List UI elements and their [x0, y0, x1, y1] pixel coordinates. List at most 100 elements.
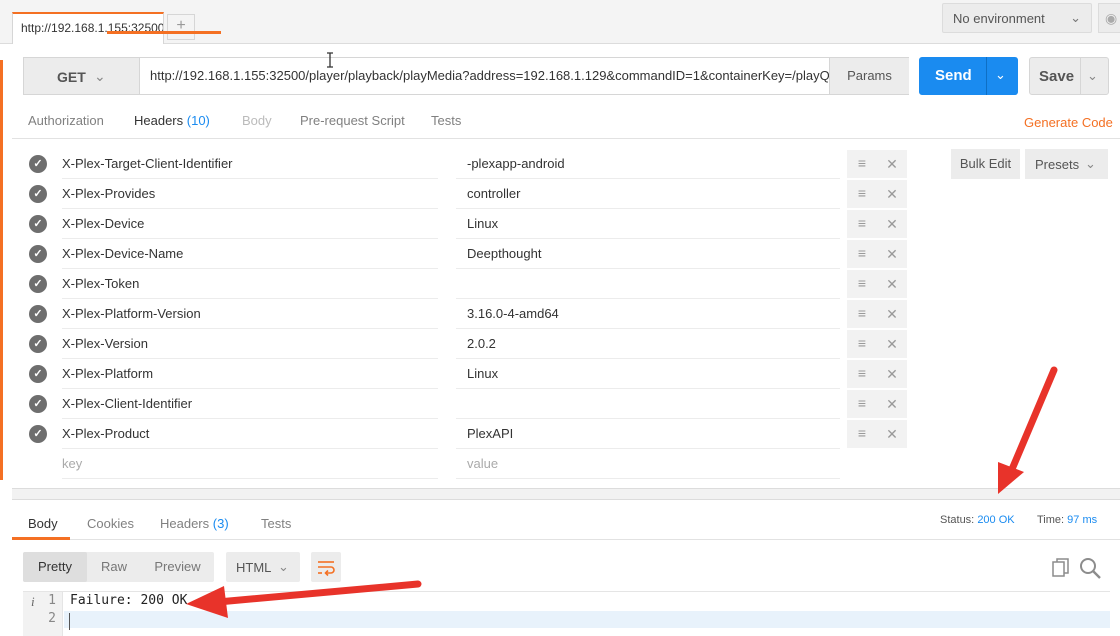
response-tab-tests[interactable]: Tests [261, 516, 291, 531]
close-icon[interactable]: ✕ [877, 360, 907, 388]
close-icon[interactable]: ✕ [877, 390, 907, 418]
drag-handle-icon[interactable]: ≡ [847, 390, 877, 418]
environment-select[interactable]: No environment ⌄ [942, 3, 1092, 33]
header-key[interactable]: X-Plex-Token [62, 269, 438, 299]
header-value[interactable]: controller [456, 179, 840, 209]
time-label: Time: [1037, 514, 1065, 526]
response-editor[interactable]: i 1 2 Failure: 200 OK [23, 591, 1110, 636]
save-button[interactable]: Save ⌄ [1029, 57, 1109, 95]
tab-prerequest-script[interactable]: Pre-request Script [300, 113, 405, 128]
view-preview[interactable]: Preview [141, 552, 214, 582]
new-tab-button[interactable]: + [167, 14, 195, 40]
close-icon[interactable]: ✕ [877, 420, 907, 448]
header-key[interactable]: X-Plex-Target-Client-Identifier [62, 149, 438, 179]
close-icon[interactable]: ✕ [877, 300, 907, 328]
send-button[interactable]: Send ⌄ [919, 57, 1018, 95]
close-icon[interactable]: ✕ [877, 240, 907, 268]
chevron-down-icon: ⌄ [94, 68, 106, 84]
view-mode-group: Pretty Raw Preview [23, 552, 214, 582]
info-marker: i [31, 594, 35, 609]
drag-handle-icon[interactable]: ≡ [847, 150, 877, 178]
left-accent-edge [0, 60, 3, 480]
drag-handle-icon[interactable]: ≡ [847, 240, 877, 268]
header-value[interactable] [456, 389, 840, 419]
drag-handle-icon[interactable]: ≡ [847, 360, 877, 388]
header-key-input[interactable]: key [62, 449, 438, 479]
header-key[interactable]: X-Plex-Platform [62, 359, 438, 389]
response-tab-headers[interactable]: Headers (3) [160, 516, 229, 531]
presets-button[interactable]: Presets ⌄ [1025, 149, 1108, 179]
tab-tests[interactable]: Tests [431, 113, 461, 128]
wrap-lines-button[interactable] [311, 552, 341, 582]
header-key[interactable]: X-Plex-Provides [62, 179, 438, 209]
response-tab-body[interactable]: Body [28, 516, 58, 531]
tab-authorization[interactable]: Authorization [28, 113, 104, 128]
language-select[interactable]: HTML ⌄ [226, 552, 300, 582]
response-tab-cookies[interactable]: Cookies [87, 516, 134, 531]
check-circle-icon[interactable]: ✓ [29, 245, 47, 263]
check-circle-icon[interactable]: ✓ [29, 215, 47, 233]
close-icon[interactable]: ✕ [877, 210, 907, 238]
tab-headers[interactable]: Headers (10) [134, 113, 210, 128]
view-raw[interactable]: Raw [87, 552, 141, 582]
eye-icon[interactable]: ◉ [1098, 3, 1120, 33]
header-key[interactable]: X-Plex-Product [62, 419, 438, 449]
copy-icon[interactable] [1050, 557, 1072, 579]
params-button[interactable]: Params [829, 58, 909, 94]
tab-body[interactable]: Body [242, 113, 272, 128]
generate-code-link[interactable]: Generate Code [1024, 115, 1113, 130]
header-row: ✓ X-Plex-Version 2.0.2 ≡ ✕ [22, 329, 912, 359]
chevron-down-icon: ⌄ [1070, 10, 1081, 25]
check-circle-icon[interactable]: ✓ [29, 155, 47, 173]
header-key[interactable]: X-Plex-Device-Name [62, 239, 438, 269]
drag-handle-icon[interactable]: ≡ [847, 180, 877, 208]
chevron-down-icon[interactable]: ⌄ [995, 67, 1006, 83]
method-select[interactable]: GET ⌄ [24, 58, 140, 94]
active-line-highlight [64, 611, 1110, 628]
header-value[interactable]: 3.16.0-4-amd64 [456, 299, 840, 329]
header-value[interactable]: Linux [456, 209, 840, 239]
close-icon[interactable]: ✕ [877, 180, 907, 208]
header-key[interactable]: X-Plex-Platform-Version [62, 299, 438, 329]
check-circle-icon[interactable]: ✓ [29, 425, 47, 443]
header-value[interactable]: Linux [456, 359, 840, 389]
drag-handle-icon[interactable]: ≡ [847, 420, 877, 448]
header-row: ✓ X-Plex-Device Linux ≡ ✕ [22, 209, 912, 239]
request-tab[interactable]: http://192.168.1.155:32500/ [12, 12, 164, 44]
header-key[interactable]: X-Plex-Device [62, 209, 438, 239]
pane-divider[interactable] [12, 488, 1120, 500]
header-value[interactable]: PlexAPI [456, 419, 840, 449]
header-value[interactable]: Deepthought [456, 239, 840, 269]
header-value[interactable] [456, 269, 840, 299]
check-circle-icon[interactable]: ✓ [29, 275, 47, 293]
header-value[interactable]: -plexapp-android [456, 149, 840, 179]
method-label: GET [57, 69, 86, 85]
drag-handle-icon[interactable]: ≡ [847, 300, 877, 328]
chevron-down-icon: ⌄ [278, 559, 289, 574]
drag-handle-icon[interactable]: ≡ [847, 330, 877, 358]
header-value-input[interactable]: value [456, 449, 840, 479]
chevron-down-icon[interactable]: ⌄ [1087, 68, 1098, 84]
header-key[interactable]: X-Plex-Client-Identifier [62, 389, 438, 419]
drag-handle-icon[interactable]: ≡ [847, 270, 877, 298]
check-circle-icon[interactable]: ✓ [29, 395, 47, 413]
check-circle-icon[interactable]: ✓ [29, 365, 47, 383]
editor-gutter: i 1 2 [23, 592, 63, 636]
bulk-edit-button[interactable]: Bulk Edit [951, 149, 1020, 179]
check-circle-icon[interactable]: ✓ [29, 335, 47, 353]
view-pretty[interactable]: Pretty [23, 552, 87, 582]
close-icon[interactable]: ✕ [877, 150, 907, 178]
line-number: 2 [48, 611, 56, 626]
check-circle-icon[interactable]: ✓ [29, 185, 47, 203]
check-circle-icon[interactable]: ✓ [29, 305, 47, 323]
header-key[interactable]: X-Plex-Version [62, 329, 438, 359]
url-input[interactable]: http://192.168.1.155:32500/player/playba… [140, 58, 830, 94]
line-number: 1 [48, 593, 56, 608]
header-value[interactable]: 2.0.2 [456, 329, 840, 359]
tab-strip: http://192.168.1.155:32500/ + No environ… [0, 0, 1120, 44]
send-label: Send [935, 67, 972, 84]
close-icon[interactable]: ✕ [877, 270, 907, 298]
search-icon[interactable] [1078, 556, 1102, 580]
close-icon[interactable]: ✕ [877, 330, 907, 358]
drag-handle-icon[interactable]: ≡ [847, 210, 877, 238]
